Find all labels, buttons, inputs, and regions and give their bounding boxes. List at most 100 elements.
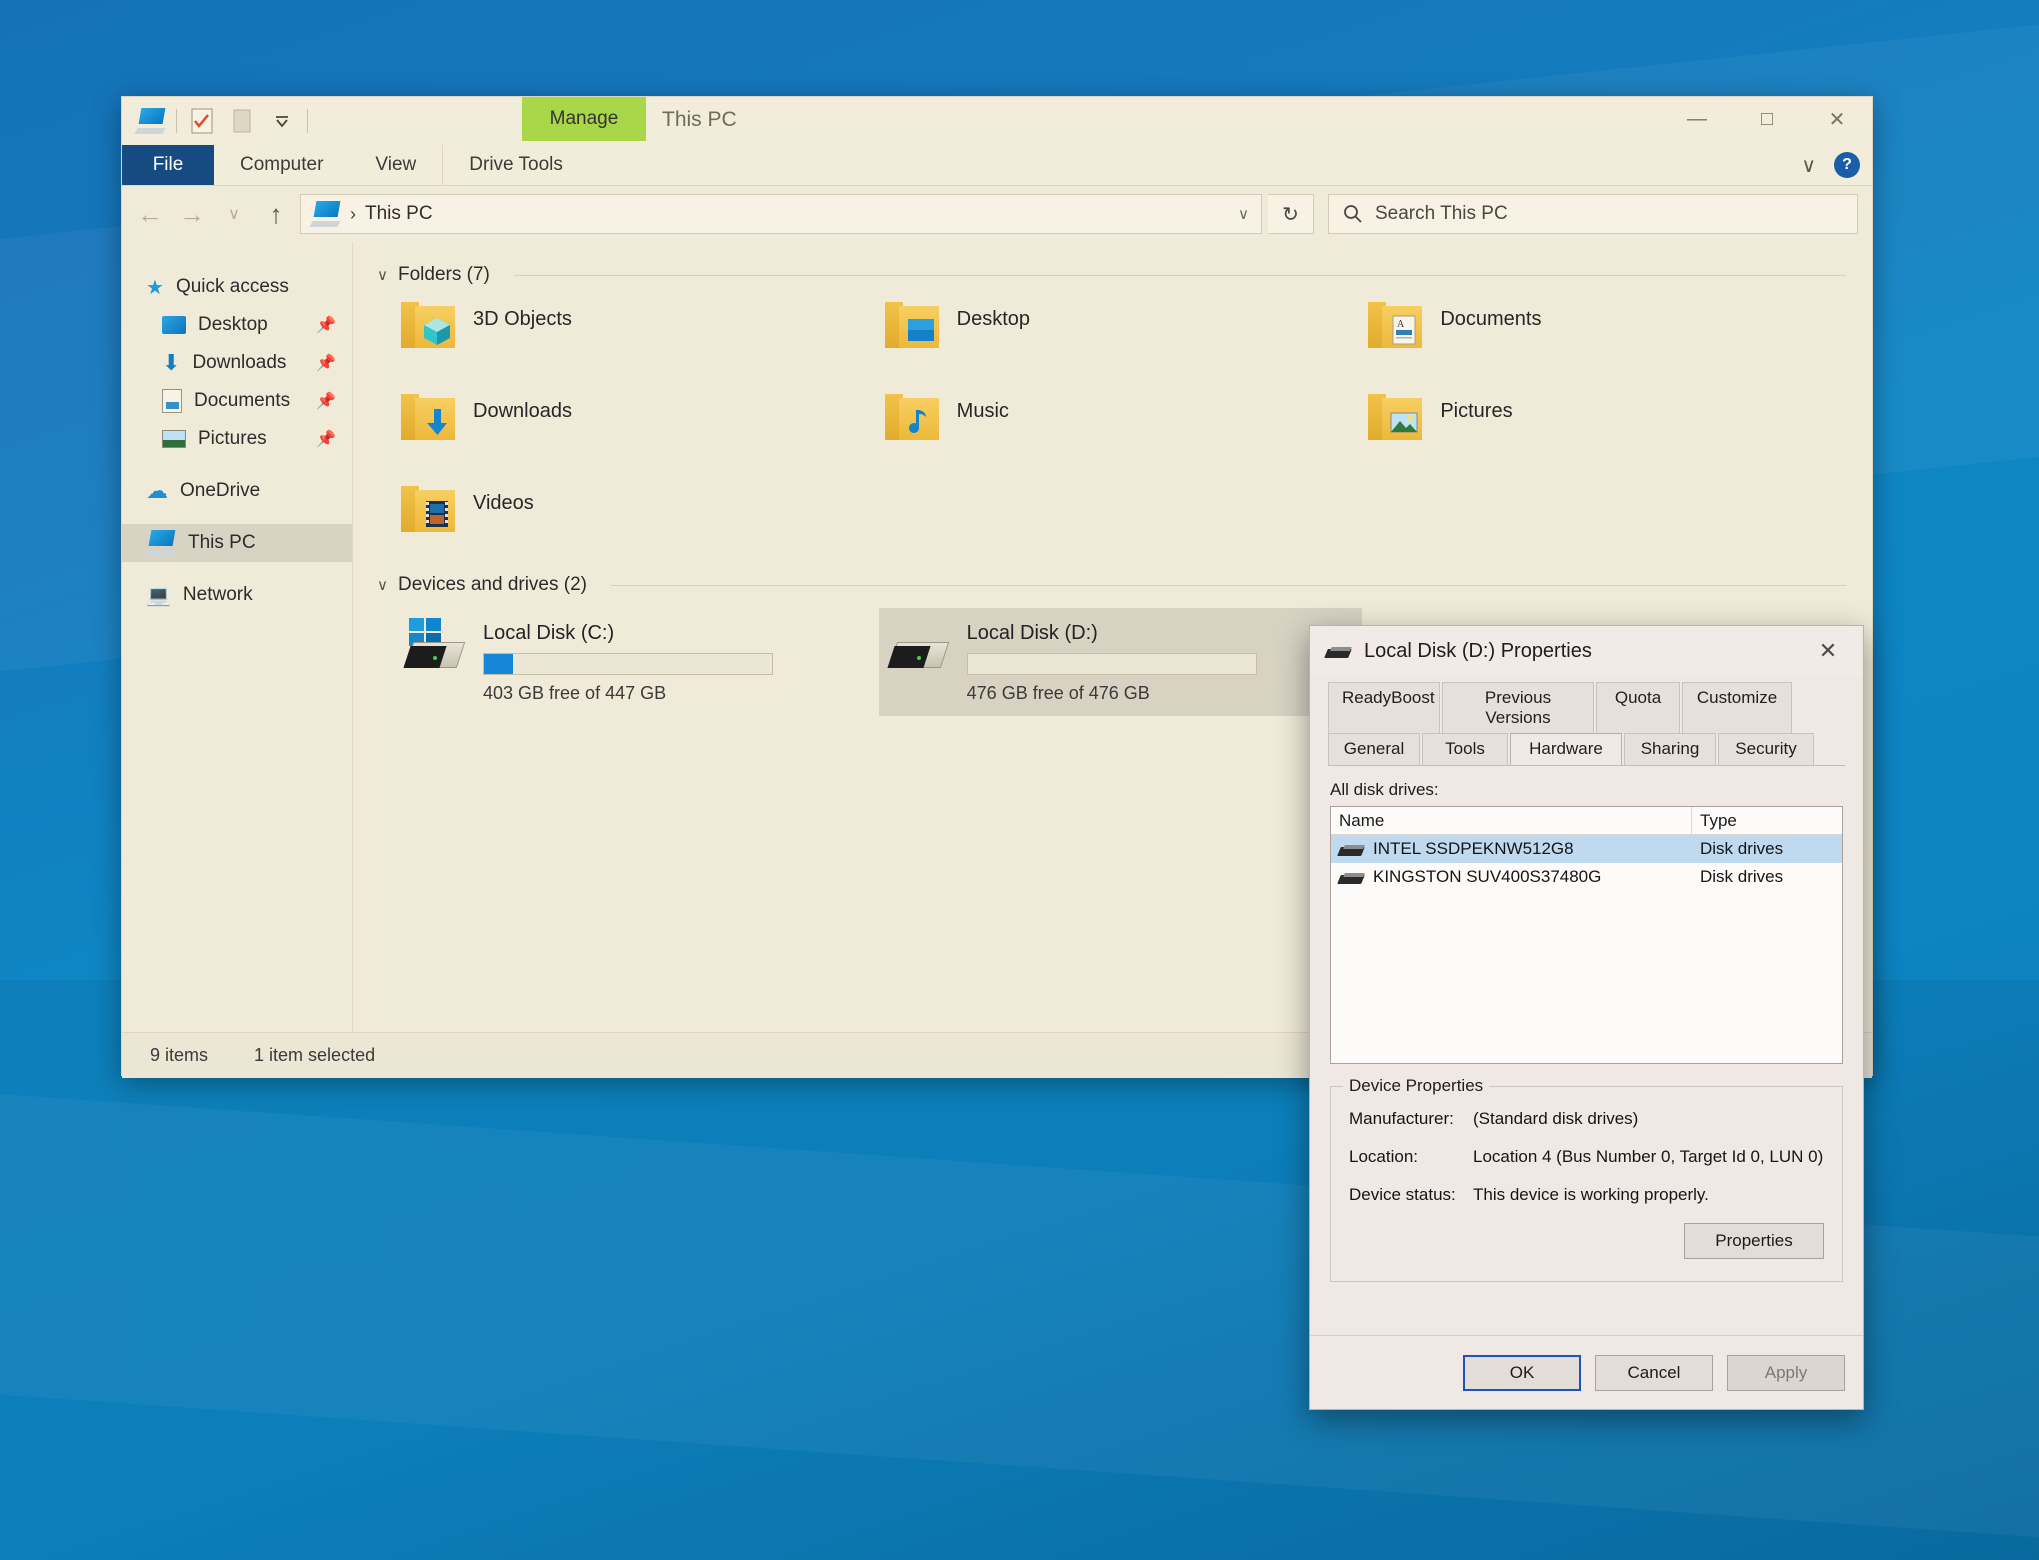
sidebar-item-quick-access[interactable]: ★ Quick access [122,268,352,306]
close-icon[interactable]: ✕ [1805,631,1851,671]
folder-item-music[interactable]: Music [879,388,1363,464]
apply-button[interactable]: Apply [1727,1354,1845,1391]
chevron-down-icon[interactable]: ∨ [377,266,388,284]
folder-item-3d-objects[interactable]: 3D Objects [395,296,879,372]
address-dropdown-icon[interactable]: ∨ [1238,205,1249,223]
svg-text:A: A [1397,319,1405,330]
properties-icon[interactable] [187,107,217,135]
address-field[interactable]: › This PC ∨ [300,194,1262,234]
tab-quota[interactable]: Quota [1596,682,1680,734]
contextual-tab-group-manage[interactable]: Manage [522,97,646,141]
refresh-button[interactable]: ↻ [1268,194,1314,234]
chevron-down-icon[interactable]: ∨ [377,576,388,594]
column-header-type[interactable]: Type [1692,807,1842,834]
device-status-label: Device status: [1349,1185,1456,1204]
toolbar-divider-2 [307,109,308,133]
customize-dropdown-icon[interactable] [267,107,297,135]
tab-tools[interactable]: Tools [1422,733,1508,765]
sidebar-item-label: This PC [188,532,256,553]
drive-icon [1337,870,1365,884]
sidebar-item-label: Quick access [175,276,289,297]
table-row[interactable]: KINGSTON SUV400S37480G Disk drives [1331,863,1842,891]
drive-usage-bar [966,653,1257,675]
folder-item-desktop[interactable]: Desktop [879,296,1363,372]
pin-icon[interactable]: 📌 [316,391,336,411]
table-row[interactable]: INTEL SSDPEKNW512G8 Disk drives [1331,835,1842,863]
tab-customize[interactable]: Customize [1682,682,1792,734]
tab-security[interactable]: Security [1718,733,1814,765]
new-folder-icon[interactable] [227,107,257,135]
this-pc-icon[interactable] [134,107,166,135]
all-disk-drives-label: All disk drives: [1330,780,1439,799]
tab-readyboost[interactable]: ReadyBoost [1328,682,1440,734]
row-name-cell: INTEL SSDPEKNW512G8 [1331,839,1692,859]
sidebar-item-downloads[interactable]: ⬇ Downloads 📌 [122,344,352,382]
folder-label: Documents [1440,308,1542,330]
tab-view[interactable]: View [349,145,442,185]
sidebar-item-label: Network [182,584,253,605]
tab-computer[interactable]: Computer [214,145,349,185]
sidebar-item-network[interactable]: 💻 Network [122,576,352,614]
folder-videos-icon [401,484,455,532]
ribbon-tab-bar: File Computer View Drive Tools ∨ ? [122,145,1872,185]
breadcrumb-this-pc[interactable]: This PC [365,203,433,225]
quick-access-toolbar [134,107,308,135]
pin-icon[interactable]: 📌 [316,315,336,335]
tab-previous-versions[interactable]: Previous Versions [1442,682,1594,734]
chevron-down-icon[interactable]: ∨ [1801,153,1816,178]
forward-button[interactable]: → [174,194,210,234]
recent-locations-button[interactable]: ∨ [216,194,252,234]
folder-3d-objects-icon [401,300,455,348]
sidebar-item-onedrive[interactable]: ☁ OneDrive [122,472,352,510]
minimize-button[interactable]: — [1662,97,1732,141]
dialog-body: All disk drives: Name Type INTEL SSDPEKN… [1310,766,1863,1282]
cancel-button[interactable]: Cancel [1595,1354,1713,1391]
tab-file[interactable]: File [122,145,214,185]
drive-icon [1324,644,1352,658]
tab-sharing[interactable]: Sharing [1624,733,1716,765]
disk-drives-list[interactable]: Name Type INTEL SSDPEKNW512G8 Disk drive… [1330,806,1843,1064]
tab-drive-tools[interactable]: Drive Tools [442,145,589,185]
sidebar-item-desktop[interactable]: Desktop 📌 [122,306,352,344]
folder-item-downloads[interactable]: Downloads [395,388,879,464]
desktop-wallpaper: Manage This PC — □ ✕ File Computer View … [0,0,2039,1560]
sidebar-item-documents[interactable]: Documents 📌 [122,382,352,420]
back-button[interactable]: ← [132,194,168,234]
sidebar-item-pictures[interactable]: Pictures 📌 [122,420,352,458]
search-icon [1344,205,1362,223]
folder-label: Downloads [473,400,572,422]
device-status-value: This device is working properly. [1473,1185,1709,1204]
tab-computer-label: Computer [240,154,324,175]
folder-item-videos[interactable]: Videos [395,480,879,556]
pin-icon[interactable]: 📌 [316,353,336,373]
drive-item-local-disk-d[interactable]: Local Disk (D:) 476 GB free of 476 GB [878,608,1363,716]
folder-label: Desktop [956,308,1031,330]
pin-icon[interactable]: 📌 [316,429,336,449]
this-pc-icon [144,530,176,556]
folder-item-pictures[interactable]: Pictures [1362,388,1846,464]
drive-free-space: 403 GB free of 447 GB [483,683,667,703]
maximize-button[interactable]: □ [1732,97,1802,141]
tab-hardware[interactable]: Hardware [1510,733,1622,765]
sidebar-item-this-pc[interactable]: This PC [122,524,352,562]
properties-button[interactable]: Properties [1684,1223,1824,1259]
folders-group-header[interactable]: ∨ Folders (7) [377,264,1846,286]
ok-button[interactable]: OK [1463,1354,1581,1391]
drive-name-text: KINGSTON SUV400S37480G [1373,867,1602,886]
help-icon[interactable]: ? [1834,152,1860,178]
column-header-name[interactable]: Name [1331,807,1692,834]
devices-group-header[interactable]: ∨ Devices and drives (2) [377,574,1846,596]
tab-general[interactable]: General [1328,733,1420,765]
document-icon [162,389,182,413]
window-controls: — □ ✕ [1662,97,1872,141]
sidebar-item-label: Desktop [198,314,268,335]
up-button[interactable]: ↑ [258,194,294,234]
folder-item-documents[interactable]: A Documents [1362,296,1846,372]
drive-icon [887,618,951,670]
drive-item-local-disk-c[interactable]: Local Disk (C:) 403 GB free of 447 GB [395,608,879,716]
close-button[interactable]: ✕ [1802,97,1872,141]
search-box[interactable]: Search This PC [1328,194,1858,234]
row-type-cell: Disk drives [1700,867,1784,886]
drive-name-text: INTEL SSDPEKNW512G8 [1373,839,1574,858]
